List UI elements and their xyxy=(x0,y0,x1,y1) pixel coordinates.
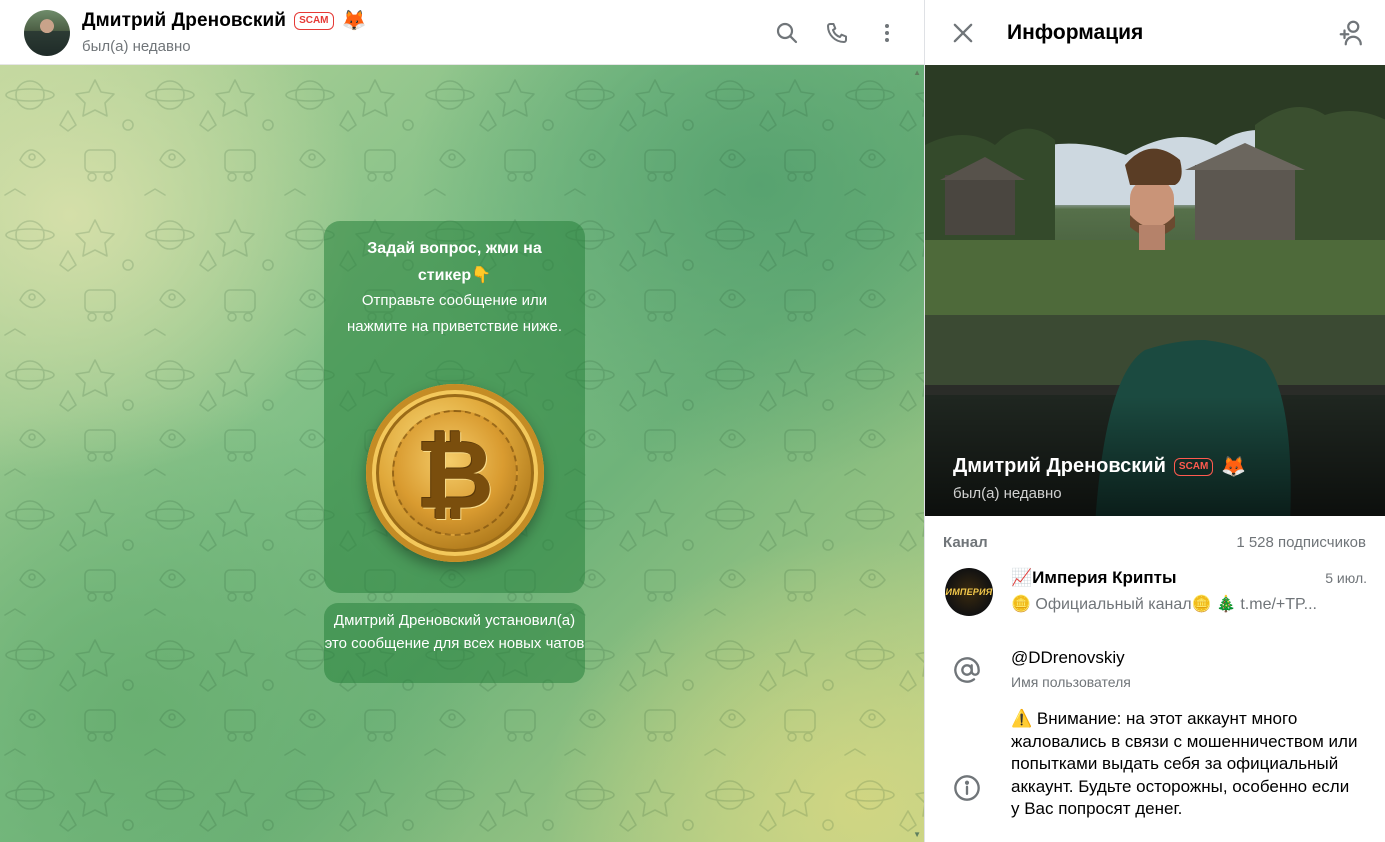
chat-area[interactable]: ▲ ▼ Задай вопрос, жми на стикер👇 Отправь… xyxy=(0,65,924,842)
more-button[interactable] xyxy=(872,18,902,48)
channel-date: 5 июл. xyxy=(1325,570,1367,586)
search-icon xyxy=(776,22,798,44)
channel-preview: 🪙 Официальный канал🪙 🎄 t.me/+TP... xyxy=(1011,596,1317,613)
chat-title[interactable]: Дмитрий Дреновский xyxy=(82,10,286,32)
scroll-up-arrow-icon[interactable]: ▲ xyxy=(913,68,921,77)
bitcoin-icon: ₿ xyxy=(415,419,495,531)
info-header: Информация xyxy=(925,0,1385,65)
profile-status: был(а) недавно xyxy=(953,485,1062,502)
close-button[interactable] xyxy=(949,19,977,47)
chat-status: был(а) недавно xyxy=(82,38,191,55)
add-user-icon xyxy=(1339,20,1362,46)
greeting-card: Задай вопрос, жми на стикер👇 Отправьте с… xyxy=(324,221,585,593)
bio-text: ⚠️ Внимание: на этот аккаунт много жалов… xyxy=(1011,709,1358,818)
profile-photo[interactable]: Дмитрий Дреновский SCAM 🦊 был(а) недавно xyxy=(925,65,1385,516)
avatar[interactable] xyxy=(24,10,70,56)
search-button[interactable] xyxy=(772,18,802,48)
bitcoin-coin-face: ₿ xyxy=(392,410,518,536)
username-caption: Имя пользователя xyxy=(1011,674,1131,690)
chat-title-row[interactable]: Дмитрий Дреновский SCAM 🦊 xyxy=(82,10,366,32)
channel-item[interactable]: ИМПЕРИЯ 📈Империя Крипты 5 июл. 🪙 Официал… xyxy=(925,560,1385,630)
username-row[interactable]: @DDrenovskiy Имя пользователя xyxy=(925,640,1385,700)
scroll-down-arrow-icon[interactable]: ▼ xyxy=(913,830,921,839)
channel-avatar-logo: ИМПЕРИЯ xyxy=(945,587,993,597)
bitcoin-sticker[interactable]: ₿ xyxy=(366,384,544,562)
chat-scrollbar[interactable]: ▲ ▼ xyxy=(912,65,924,842)
channel-avatar: ИМПЕРИЯ xyxy=(945,568,993,616)
profile-emoji-status-icon[interactable]: 🦊 xyxy=(1221,457,1246,477)
call-button[interactable] xyxy=(822,18,852,48)
at-sign-icon xyxy=(954,657,980,683)
profile-name: Дмитрий Дреновский xyxy=(953,455,1166,477)
header-actions xyxy=(772,18,902,48)
info-title: Информация xyxy=(1007,21,1144,44)
scam-badge: SCAM xyxy=(294,12,334,30)
close-icon xyxy=(953,23,973,43)
chat-header: Дмитрий Дреновский SCAM 🦊 был(а) недавно xyxy=(0,0,924,65)
channel-name: 📈Империя Крипты xyxy=(1011,568,1177,587)
phone-icon xyxy=(827,23,847,43)
bio-row: ⚠️ Внимание: на этот аккаунт много жалов… xyxy=(925,708,1385,842)
service-message: Дмитрий Дреновский установил(а) это сооб… xyxy=(324,603,585,683)
emoji-status-icon[interactable]: 🦊 xyxy=(342,11,367,31)
add-contact-button[interactable] xyxy=(1337,18,1367,48)
info-icon xyxy=(954,775,980,801)
more-vertical-icon xyxy=(885,24,889,42)
channel-subscribers: 1 528 подписчиков xyxy=(1236,534,1366,551)
greeting-text: Отправьте сообщение или нажмите на приве… xyxy=(347,292,562,335)
profile-name-row: Дмитрий Дреновский SCAM 🦊 xyxy=(953,455,1246,478)
profile-scam-badge: SCAM xyxy=(1173,457,1214,476)
greeting-title: Задай вопрос, жми на стикер👇 xyxy=(367,240,542,284)
info-panel: Информация Дмитрий Дреновский SCAM 🦊 был… xyxy=(924,0,1385,842)
channel-section-label: Канал xyxy=(943,534,988,551)
username-value: @DDrenovskiy xyxy=(1011,648,1125,667)
